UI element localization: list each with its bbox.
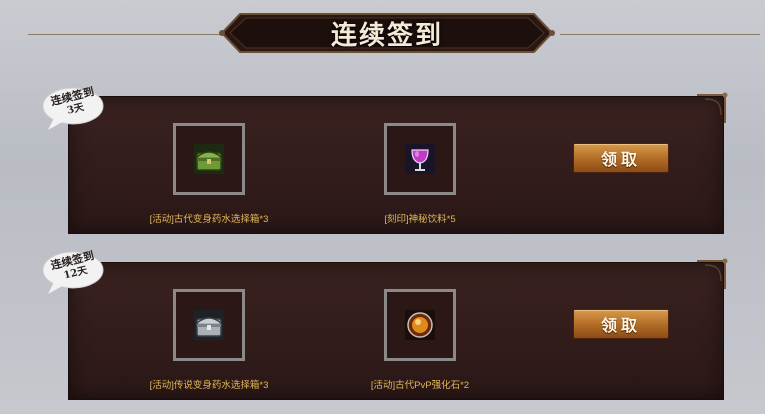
reward-slot[interactable] bbox=[384, 123, 456, 195]
reward-row-day-3: [活动]古代变身药水选择箱*3 [刻印]神秘饮料*5 领取 bbox=[68, 92, 728, 234]
item-label: [刻印]神秘饮料*5 bbox=[384, 214, 456, 225]
claim-button[interactable]: 领取 bbox=[573, 143, 669, 173]
reward-slot[interactable] bbox=[173, 289, 245, 361]
item-label: [活动]传说变身药水选择箱*3 bbox=[149, 380, 269, 391]
reward-slot[interactable] bbox=[384, 289, 456, 361]
item-label: [活动]古代变身药水选择箱*3 bbox=[149, 214, 269, 225]
claim-button[interactable]: 领取 bbox=[573, 309, 669, 339]
reward-row-day-12: [活动]传说变身药水选择箱*3 [活动]古代PvP强化石*2 领取 bbox=[68, 258, 728, 400]
item-label: [活动]古代PvP强化石*2 bbox=[370, 380, 470, 391]
reward-slot[interactable] bbox=[173, 123, 245, 195]
corner-ornament-icon bbox=[697, 92, 728, 123]
title-divider-left bbox=[28, 34, 228, 35]
page-title: 连续签到 bbox=[330, 20, 443, 51]
corner-ornament-icon bbox=[697, 258, 728, 289]
purple-potion-glass-icon bbox=[405, 144, 435, 174]
green-chest-icon bbox=[194, 144, 224, 174]
title-plate: 连续签到 bbox=[218, 6, 556, 60]
silver-chest-icon bbox=[194, 310, 224, 340]
day-badge: 连续签到 3天 bbox=[40, 84, 106, 134]
day-badge: 连续签到 12天 bbox=[40, 248, 106, 298]
amber-orb-icon bbox=[405, 310, 435, 340]
title-divider-right bbox=[560, 34, 760, 35]
